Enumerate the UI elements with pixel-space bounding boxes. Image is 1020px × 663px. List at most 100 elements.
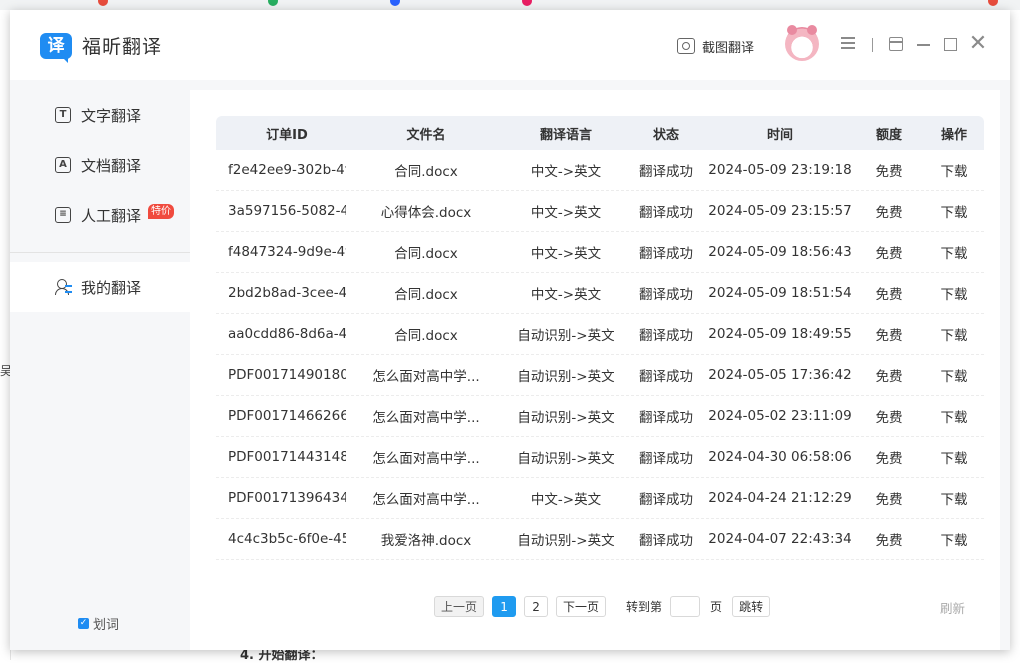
column-header-language: 翻译语言 [539, 127, 592, 143]
background-tab-strip [0, 0, 1020, 10]
language-cell: 自动识别->英文 [517, 369, 615, 385]
filename-cell: 心得体会.docx [380, 205, 472, 221]
page-button-1[interactable]: 1 [492, 595, 517, 617]
download-link[interactable]: 下载 [924, 529, 984, 549]
quota-cell: 免费 [875, 533, 903, 549]
prev-page-button[interactable]: 上一页 [434, 595, 485, 617]
app-window: 译 福昕翻译 截图翻译 ✕ T 文字翻译 A 文档翻译 ≡ 人工翻译 特价 我的… [10, 10, 1010, 650]
sidebar: T 文字翻译 A 文档翻译 ≡ 人工翻译 特价 我的翻译 [10, 80, 190, 650]
filename-cell: 合同.docx [394, 287, 458, 303]
download-link[interactable]: 下载 [924, 447, 984, 467]
app-logo-icon: 译 [40, 31, 74, 63]
avatar[interactable] [785, 25, 819, 61]
jump-button[interactable]: 跳转 [732, 595, 771, 617]
filename-cell: 怎么面对高中学... [372, 492, 480, 508]
quota-cell: 免费 [875, 451, 903, 467]
download-link[interactable]: 下载 [924, 365, 984, 385]
order-id-cell: 4c4c3b5c-6f0e-45 [228, 531, 346, 547]
order-id-cell: PDF00171396434 [228, 490, 346, 506]
screenshot-translate-label: 截图翻译 [702, 40, 755, 56]
table-row: f2e42ee9-302b-4f 合同.docx 中文->英文 翻译成功 2024-05… [216, 150, 984, 191]
language-cell: 中文->英文 [530, 164, 602, 180]
titlebar-divider [872, 38, 873, 52]
language-cell: 自动识别->英文 [517, 328, 615, 344]
document-translate-icon: A [55, 157, 71, 173]
background-tab-icon [390, 0, 400, 6]
filename-cell: 怎么面对高中学... [372, 369, 480, 385]
special-price-badge: 特价 [148, 204, 174, 219]
time-cell: 2024-05-05 17:36:42 [708, 367, 852, 383]
column-header-time: 时间 [766, 127, 793, 143]
download-link[interactable]: 下载 [924, 283, 984, 303]
app-title: 福昕翻译 [82, 36, 163, 58]
order-id-cell: f2e42ee9-302b-4f [228, 162, 346, 178]
sidebar-divider [10, 252, 190, 253]
table-row: 3a597156-5082-4 心得体会.docx 中文->英文 翻译成功 2024-0… [216, 191, 984, 232]
status-cell: 翻译成功 [639, 246, 693, 262]
status-cell: 翻译成功 [639, 492, 693, 508]
quota-cell: 免费 [875, 287, 903, 303]
quota-cell: 免费 [875, 164, 903, 180]
download-link[interactable]: 下载 [924, 242, 984, 262]
status-cell: 翻译成功 [639, 328, 693, 344]
next-page-button[interactable]: 下一页 [556, 595, 607, 617]
camera-icon [677, 38, 695, 54]
order-id-cell: aa0cdd86-8d6a-4 [228, 326, 346, 342]
close-icon[interactable]: ✕ [968, 33, 988, 55]
maximize-icon[interactable] [940, 34, 960, 54]
order-id-cell: 3a597156-5082-4 [228, 203, 346, 219]
language-cell: 自动识别->英文 [517, 451, 615, 467]
sidebar-item-label: 人工翻译 [81, 206, 142, 225]
goto-page-input[interactable] [670, 595, 701, 617]
download-link[interactable]: 下载 [924, 324, 984, 344]
sidebar-item-label: 我的翻译 [81, 278, 142, 297]
hua-ci-label: 划词 [93, 618, 120, 633]
refresh-button[interactable]: 刷新 [940, 598, 965, 617]
status-cell: 翻译成功 [639, 410, 693, 426]
titlebar: 译 福昕翻译 截图翻译 ✕ [10, 10, 1010, 80]
sidebar-item-my-translations[interactable]: 我的翻译 [10, 262, 190, 312]
page-button-2[interactable]: 2 [524, 595, 549, 617]
quota-cell: 免费 [875, 246, 903, 262]
filename-cell: 合同.docx [394, 328, 458, 344]
order-id-cell: PDF00171443148 [228, 449, 346, 465]
user-icon [55, 279, 72, 295]
pin-window-icon[interactable] [886, 34, 906, 54]
download-link[interactable]: 下载 [924, 201, 984, 221]
table-row: 4c4c3b5c-6f0e-45 我爱洛神.docx 自动识别->英文 翻译成功 202… [216, 519, 984, 560]
language-cell: 中文->英文 [530, 246, 602, 262]
status-cell: 翻译成功 [639, 205, 693, 221]
hua-ci-toggle[interactable]: ✓ 划词 [78, 614, 119, 633]
menu-icon[interactable] [838, 34, 858, 54]
order-id-cell: 2bd2b8ad-3cee-4 [228, 285, 346, 301]
order-id-cell: PDF00171490180 [228, 367, 346, 383]
download-link[interactable]: 下载 [924, 160, 984, 180]
main-content: 订单ID 文件名 翻译语言 状态 时间 额度 操作 f2e42ee9-302b-… [190, 90, 1000, 650]
quota-cell: 免费 [875, 369, 903, 385]
sidebar-item-document-translate[interactable]: A 文档翻译 [10, 140, 190, 190]
order-id-cell: f4847324-9d9e-4f [228, 244, 346, 260]
download-link[interactable]: 下载 [924, 488, 984, 508]
filename-cell: 怎么面对高中学... [372, 410, 480, 426]
checkbox-checked-icon[interactable]: ✓ [78, 618, 89, 629]
column-header-quota: 额度 [875, 127, 902, 143]
time-cell: 2024-05-09 23:15:57 [708, 203, 852, 219]
screenshot-translate-button[interactable]: 截图翻译 [677, 35, 754, 57]
status-cell: 翻译成功 [639, 164, 693, 180]
table-row: f4847324-9d9e-4f 合同.docx 中文->英文 翻译成功 2024-05… [216, 232, 984, 273]
quota-cell: 免费 [875, 410, 903, 426]
download-link[interactable]: 下载 [924, 406, 984, 426]
table-row: PDF00171490180 怎么面对高中学... 自动识别->英文 翻译成功 2024… [216, 355, 984, 396]
column-header-filename: 文件名 [406, 127, 446, 143]
time-cell: 2024-04-24 21:12:29 [708, 490, 852, 506]
minimize-icon[interactable] [913, 34, 933, 54]
quota-cell: 免费 [875, 205, 903, 221]
sidebar-item-text-translate[interactable]: T 文字翻译 [10, 90, 190, 140]
quota-cell: 免费 [875, 328, 903, 344]
time-cell: 2024-05-02 23:11:09 [708, 408, 852, 424]
time-cell: 2024-05-09 18:56:43 [708, 244, 852, 260]
background-tab-icon [98, 0, 108, 6]
language-cell: 中文->英文 [530, 287, 602, 303]
time-cell: 2024-05-09 18:49:55 [708, 326, 852, 342]
background-tab-icon [268, 0, 278, 6]
